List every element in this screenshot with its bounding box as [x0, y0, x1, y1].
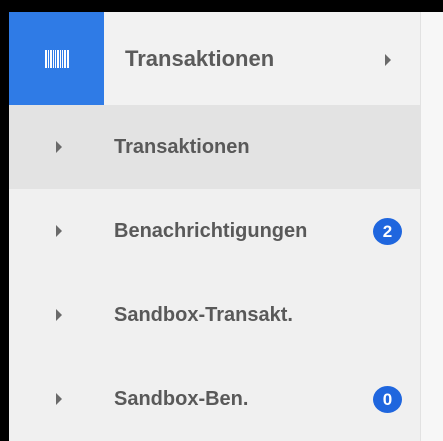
notification-count-badge: 2: [373, 218, 402, 245]
chevron-right-icon: [56, 309, 62, 321]
barcode-icon: [44, 49, 69, 68]
menu-item-label: Benachrichtigungen: [114, 220, 308, 242]
header-icon-box: [9, 12, 104, 105]
chevron-right-icon: [385, 54, 391, 66]
transactions-menu: Transaktionen Transaktionen Benachrichti…: [9, 12, 420, 441]
menu-item-sandbox-transakt[interactable]: Sandbox-Transakt.: [9, 273, 420, 357]
menu-item-label: Sandbox-Ben.: [114, 388, 249, 410]
content-edge: [420, 12, 443, 441]
chevron-right-icon: [56, 393, 62, 405]
sandbox-count-badge: 0: [373, 386, 402, 413]
menu-item-label: Transaktionen: [114, 136, 250, 158]
menu-item-label: Sandbox-Transakt.: [114, 304, 293, 326]
menu-header[interactable]: Transaktionen: [9, 12, 420, 105]
menu-item-transaktionen[interactable]: Transaktionen: [9, 105, 420, 189]
menu-item-sandbox-ben[interactable]: Sandbox-Ben. 0: [9, 357, 420, 441]
chevron-right-icon: [56, 141, 62, 153]
chevron-right-icon: [56, 225, 62, 237]
window-frame: Transaktionen Transaktionen Benachrichti…: [0, 0, 443, 441]
menu-item-benachrichtigungen[interactable]: Benachrichtigungen 2: [9, 189, 420, 273]
header-title: Transaktionen: [125, 46, 275, 71]
